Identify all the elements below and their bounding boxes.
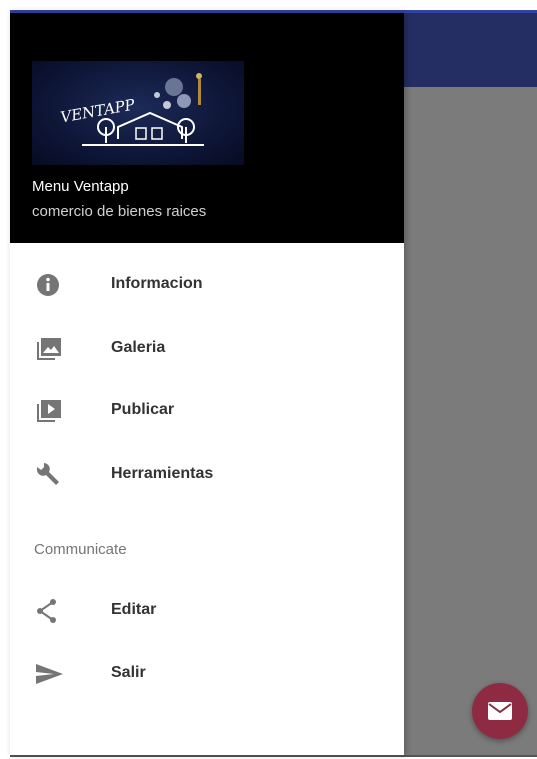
menu-item-herramientas[interactable]: Herramientas [10, 447, 404, 503]
mail-icon [488, 702, 512, 720]
share-icon [37, 599, 56, 623]
menu-item-galeria[interactable]: Galeria [10, 321, 404, 377]
gallery-icon [37, 338, 61, 360]
menu-item-informacion[interactable]: Informacion [10, 257, 404, 313]
menu-item-label: Publicar [111, 401, 175, 418]
svg-text:VENTAPP: VENTAPP [59, 95, 137, 126]
mail-fab-button[interactable] [472, 683, 528, 739]
menu-item-label: Informacion [111, 275, 203, 292]
info-icon [37, 274, 59, 296]
menu-item-salir[interactable]: Salir [10, 646, 404, 702]
drawer-title: Menu Ventapp [32, 178, 129, 195]
menu-item-label: Salir [111, 664, 146, 681]
menu-item-editar[interactable]: Editar [10, 583, 404, 639]
app-toolbar [404, 13, 537, 87]
drawer-header: VENTAPP Menu Ventapp comercio de bienes … [10, 13, 404, 243]
navigation-drawer: VENTAPP Menu Ventapp comercio de bienes … [10, 13, 404, 755]
send-icon [36, 664, 63, 684]
drawer-subtitle: comercio de bienes raices [32, 203, 207, 220]
menu-item-publicar[interactable]: Publicar [10, 383, 404, 439]
menu-item-label: Galeria [111, 339, 166, 356]
window-bottom-border [10, 755, 537, 757]
ventapp-logo: VENTAPP [32, 61, 244, 165]
menu-item-label: Herramientas [111, 465, 214, 482]
video-library-icon [37, 400, 61, 422]
menu-item-label: Editar [111, 601, 157, 618]
wrench-icon [37, 463, 59, 485]
section-header-communicate: Communicate [34, 541, 127, 558]
